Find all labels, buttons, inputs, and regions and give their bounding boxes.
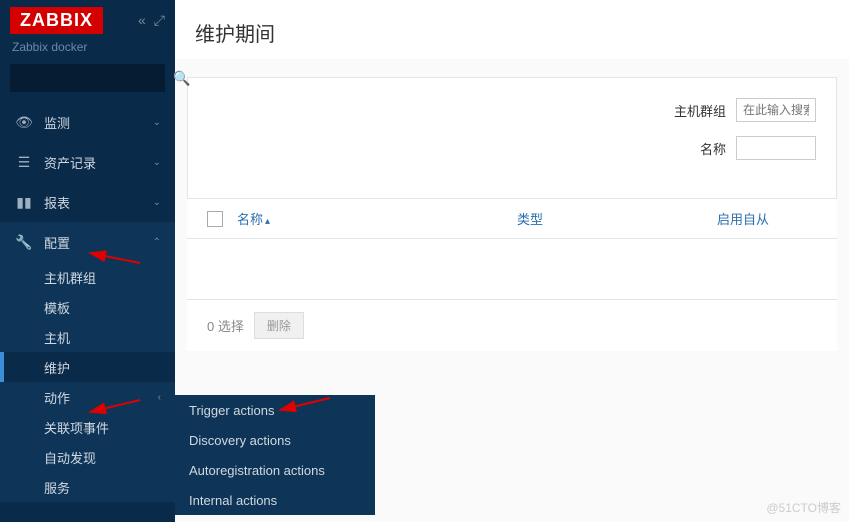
wrench-icon: 🔧 [14,234,34,251]
main-nav: 👁 监测 ⌄ ☰ 资产记录 ⌄ ▮▮ 报表 ⌄ 🔧 配置 ⌃ [0,102,175,262]
annotation-arrow-1 [85,248,145,268]
filter-panel: 主机群组 名称 [187,77,837,199]
sidebar-header: ZABBIX « ⤢ [0,0,175,40]
chevron-right-icon: ‹ [158,392,161,403]
sort-asc-icon: ▴ [265,216,270,227]
column-type[interactable]: 类型 [517,209,717,228]
chevron-down-icon: ⌄ [153,157,161,168]
filter-name-label: 名称 [700,139,726,158]
collapse-icon[interactable]: « [138,12,146,29]
chart-icon: ▮▮ [14,194,34,211]
column-enabled-since[interactable]: 启用自从 [717,209,769,228]
filter-hostgroup-label: 主机群组 [674,101,726,120]
annotation-arrow-2 [85,397,145,417]
list-icon: ☰ [14,154,34,171]
config-submenu: 主机群组 模板 主机 维护 动作 ‹ 关联项事件 自动发现 服务 [0,262,175,502]
server-name: Zabbix docker [0,40,175,64]
submenu-discovery[interactable]: 自动发现 [0,442,175,472]
filter-row-hostgroup: 主机群组 [208,98,816,122]
flyout-internal-actions[interactable]: Internal actions [175,485,375,515]
logo[interactable]: ZABBIX [10,7,103,34]
table-header: 名称▴ 类型 启用自从 [187,199,837,239]
table-body [187,239,837,299]
search-box[interactable]: 🔍 [10,64,165,92]
submenu-services[interactable]: 服务 [0,472,175,502]
chevron-down-icon: ⌄ [153,117,161,128]
submenu-templates[interactable]: 模板 [0,292,175,322]
submenu-maintenance[interactable]: 维护 [0,352,175,382]
chevron-down-icon: ⌄ [153,197,161,208]
chevron-up-icon: ⌃ [153,237,161,248]
search-icon[interactable]: 🔍 [173,70,190,87]
delete-button[interactable]: 删除 [254,312,304,339]
fullscreen-icon[interactable]: ⤢ [154,12,165,29]
selection-bar: 0 选择 删除 [187,299,837,351]
filter-hostgroup-input[interactable] [736,98,816,122]
nav-label: 资产记录 [44,153,96,172]
nav-label: 配置 [44,233,70,252]
page-title: 维护期间 [175,0,849,59]
eye-icon: 👁 [14,114,34,131]
nav-inventory[interactable]: ☰ 资产记录 ⌄ [0,142,175,182]
collapse-controls[interactable]: « ⤢ [138,12,165,29]
filter-row-name: 名称 [208,136,816,160]
nav-label: 监测 [44,113,70,132]
flyout-discovery-actions[interactable]: Discovery actions [175,425,375,455]
watermark: @51CTO博客 [766,499,841,516]
filter-name-input[interactable] [736,136,816,160]
selection-count: 0 选择 [207,316,244,335]
column-name[interactable]: 名称▴ [237,209,517,228]
nav-label: 报表 [44,193,70,212]
annotation-arrow-3 [275,395,335,415]
select-all-checkbox[interactable] [207,211,223,227]
search-input[interactable] [18,71,173,85]
submenu-hosts[interactable]: 主机 [0,322,175,352]
nav-reports[interactable]: ▮▮ 报表 ⌄ [0,182,175,222]
flyout-autoregistration-actions[interactable]: Autoregistration actions [175,455,375,485]
nav-monitoring[interactable]: 👁 监测 ⌄ [0,102,175,142]
